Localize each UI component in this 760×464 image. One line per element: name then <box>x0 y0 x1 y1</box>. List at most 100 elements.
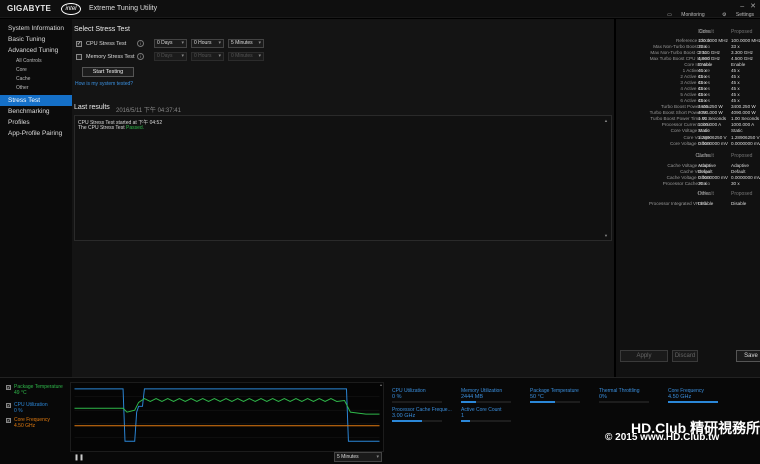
sidebar-item-app-profile-pairing[interactable]: App-Profile Pairing <box>0 128 72 139</box>
interval-select[interactable]: 5 Minutes ▾ <box>334 452 382 462</box>
current-value: Default <box>698 191 714 197</box>
sidebar-item-core[interactable]: Core <box>0 66 72 75</box>
memory-days-value: 0 Days <box>157 53 173 59</box>
metric-value: 2444 MB <box>461 394 484 400</box>
stress-test-panel: Select Stress Test ✓ CPU Stress Test i 0… <box>72 19 614 377</box>
current-value: Disable <box>698 201 714 206</box>
metric-value: 0 % <box>392 394 402 400</box>
settings-button[interactable]: ⚙ Settings <box>714 12 754 18</box>
settings-label: Settings <box>735 12 754 18</box>
setting-label: Core Voltage Mode <box>670 128 710 133</box>
metric-cpu-utilization[interactable]: CPU Utilization 0 % <box>392 388 452 406</box>
graph-scroll-icon[interactable]: ▴ <box>380 382 382 387</box>
how-tested-link[interactable]: How is my system tested? <box>75 81 133 87</box>
pass-status: Passed. <box>125 125 145 131</box>
discard-button[interactable]: Discard <box>672 350 698 362</box>
metric-package-temperature[interactable]: Package Temperature 50 °C <box>530 388 590 406</box>
metric-value: 0% <box>599 394 607 400</box>
sidebar-item-system-information[interactable]: System Information <box>0 23 72 34</box>
section-header-cache: Cache Default Proposed <box>616 153 760 159</box>
start-testing-button[interactable]: Start Testing <box>82 67 134 77</box>
chevron-down-icon: ▾ <box>218 40 221 46</box>
section-header-core: Core Default Proposed <box>616 29 760 35</box>
proposed-value: Proposed <box>731 29 753 35</box>
metric-thermal-throttling[interactable]: Thermal Throttling 0% <box>599 388 659 406</box>
setting-label: Core <box>699 29 710 35</box>
setting-label: Processor Cache Ratio <box>662 181 710 186</box>
sidebar-item-benchmarking[interactable]: Benchmarking <box>0 106 72 117</box>
metric-core-frequency[interactable]: Core Frequency 4.50 GHz <box>668 388 728 406</box>
metric-bar <box>530 401 580 403</box>
metric-active-core-count[interactable]: Active Core Count 1 <box>461 407 521 425</box>
proposed-value: Static <box>731 128 743 133</box>
apply-button[interactable]: Apply <box>620 350 668 362</box>
scroll-down-icon[interactable]: ▼ <box>604 233 608 238</box>
setting-label: Other <box>697 191 710 197</box>
cpu-stress-test-checkbox[interactable]: ✓ <box>76 41 82 47</box>
last-results-timestamp: 2016/5/11 下午 04:37:41 <box>116 108 181 114</box>
cpu-days-select[interactable]: 0 Days ▾ <box>154 39 187 48</box>
current-value: 30 x <box>698 181 707 186</box>
metric-value: 1 <box>461 413 465 419</box>
monitoring-label: Monitoring <box>681 12 705 18</box>
sidebar-item-other[interactable]: Other <box>0 84 72 93</box>
section-header-other: Other Default Proposed <box>616 191 760 197</box>
current-value: Default <box>698 153 714 159</box>
proposed-value: 30 x <box>731 181 740 186</box>
current-value: 0.0000000 mV <box>698 141 728 146</box>
log-line: The CPU Stress Test Passed. <box>78 125 144 131</box>
metric-bar <box>599 401 649 403</box>
memory-minutes-select[interactable]: 0 Minutes ▾ <box>228 52 264 61</box>
metric-processor-cache-frequency[interactable]: Processor Cache Freque... 3.00 GHz <box>392 407 452 425</box>
metric-memory-utilization[interactable]: Memory Utilization 2444 MB <box>461 388 521 406</box>
interval-value: 5 Minutes <box>337 454 359 460</box>
sidebar-item-cache[interactable]: Cache <box>0 75 72 84</box>
cpu-minutes-value: 5 Minutes <box>231 40 253 46</box>
sidebar-item-all-controls[interactable]: All Controls <box>0 57 72 66</box>
setting-label: Cache <box>695 153 710 159</box>
sidebar-item-advanced-tuning[interactable]: Advanced Tuning <box>0 45 72 56</box>
metric-bar <box>392 401 442 403</box>
results-log[interactable]: CPU Stress Test started at 下午 04:52 The … <box>74 115 612 241</box>
close-icon[interactable]: ✕ <box>750 3 756 10</box>
checkbox-icon[interactable]: ✓ <box>6 403 11 408</box>
memory-hours-select[interactable]: 0 Hours ▾ <box>191 52 224 61</box>
cpu-stress-test-row: ✓ CPU Stress Test i 0 Days ▾ 0 Hours ▾ 5 M… <box>76 39 276 49</box>
setting-label: Core Voltage Offset <box>669 141 710 146</box>
info-icon[interactable]: i <box>137 53 144 60</box>
info-icon[interactable]: i <box>137 40 144 47</box>
sidebar-item-basic-tuning[interactable]: Basic Tuning <box>0 34 72 45</box>
metric-bar-fill <box>668 401 718 403</box>
memory-days-select[interactable]: 0 Days ▾ <box>154 52 187 61</box>
memory-stress-test-checkbox[interactable] <box>76 54 82 60</box>
minimize-icon[interactable]: – <box>740 3 744 10</box>
setting-row-core-voltage-offset: Core Voltage Offset 0.0000000 mV 0.0000000… <box>616 141 760 147</box>
log-text: The CPU Stress Test <box>78 125 126 131</box>
top-actions: ▭ Monitoring ⚙ Settings <box>651 12 754 18</box>
chevron-down-icon: ▾ <box>258 53 261 59</box>
sidebar-item-profiles[interactable]: Profiles <box>0 117 72 128</box>
metric-bar-fill <box>392 420 422 422</box>
proposed-value: Proposed <box>731 191 753 197</box>
setting-label: Processor Integrated VR Eff... <box>649 201 710 206</box>
cpu-hours-select[interactable]: 0 Hours ▾ <box>191 39 224 48</box>
cpu-hours-value: 0 Hours <box>194 40 212 46</box>
cpu-days-value: 0 Days <box>157 40 173 46</box>
save-button[interactable]: Save <box>736 350 760 362</box>
metric-value: 4.50 GHz <box>668 394 692 400</box>
chevron-down-icon: ▾ <box>218 53 221 59</box>
setting-row-core-voltage-mode: Core Voltage Mode Static Static <box>616 128 760 134</box>
checkbox-icon[interactable]: ✓ <box>6 418 11 423</box>
sidebar: System Information Basic Tuning Advanced… <box>0 19 72 377</box>
monitor-icon: ▭ <box>667 12 674 18</box>
pause-icon[interactable]: ❚❚ <box>74 454 84 461</box>
sidebar-item-stress-test[interactable]: Stress Test <box>0 95 72 106</box>
scroll-up-icon[interactable]: ▲ <box>604 118 608 123</box>
checkbox-icon[interactable]: ✓ <box>6 385 11 390</box>
monitoring-button[interactable]: ▭ Monitoring <box>659 12 704 18</box>
cpu-minutes-select[interactable]: 5 Minutes ▾ <box>228 39 264 48</box>
legend-value: 49 °C <box>14 390 27 396</box>
legend-value: 4.50 GHz <box>14 423 36 429</box>
setting-row-processor-integrated-vr-eff: Processor Integrated VR Eff... Disable Dis… <box>616 201 760 207</box>
memory-minutes-value: 0 Minutes <box>231 53 253 59</box>
